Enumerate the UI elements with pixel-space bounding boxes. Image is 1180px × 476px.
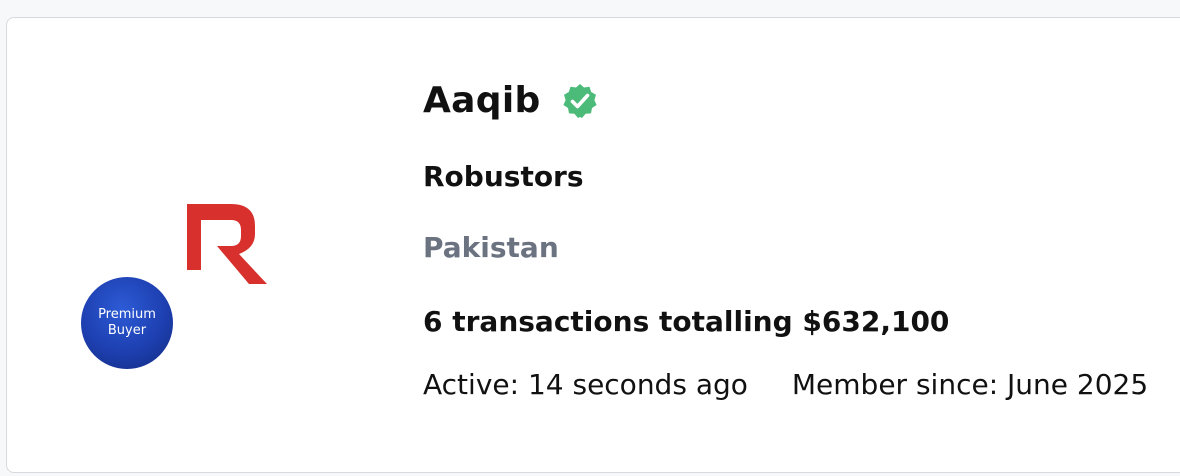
- robustors-r-logo-icon: [163, 180, 275, 292]
- activity-meta: Active: 14 seconds ago Member since: Jun…: [423, 368, 1148, 401]
- transactions-summary: 6 transactions totalling $632,100: [423, 305, 950, 338]
- company-name: Robustors: [423, 160, 584, 193]
- country-label: Pakistan: [423, 231, 559, 264]
- name-row: Aaqib: [423, 80, 599, 121]
- badge-line-1: Premium: [98, 307, 156, 322]
- premium-buyer-badge: Premium Buyer: [81, 277, 173, 369]
- badge-line-2: Buyer: [107, 323, 147, 338]
- company-logo: [163, 180, 275, 292]
- last-active-text: Active: 14 seconds ago: [423, 368, 748, 401]
- profile-name[interactable]: Aaqib: [423, 80, 541, 121]
- seller-profile-card: Premium Buyer Aaqib Robustors Pakistan 6…: [6, 17, 1180, 473]
- member-since-text: Member since: June 2025: [791, 368, 1149, 401]
- check-badge-icon: [561, 82, 599, 120]
